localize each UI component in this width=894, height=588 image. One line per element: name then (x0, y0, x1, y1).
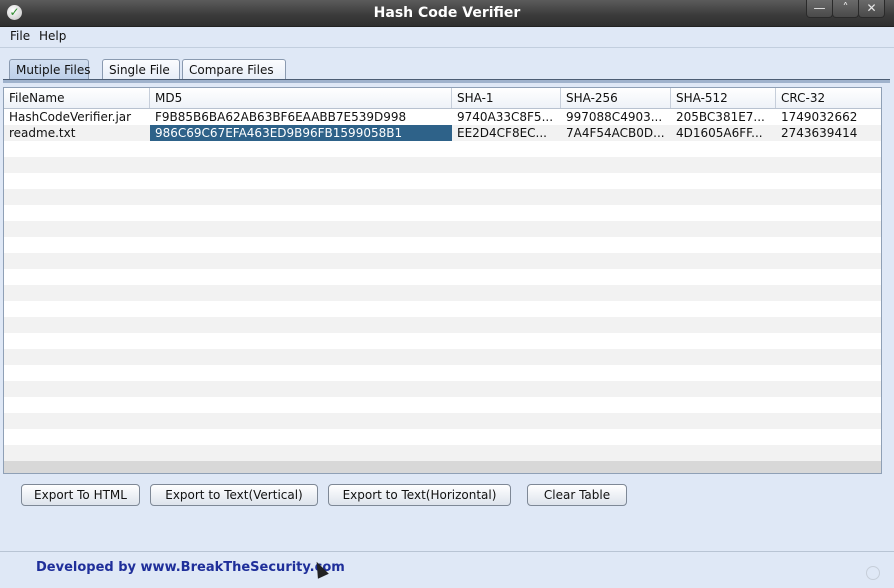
empty-table-row (4, 253, 881, 269)
column-header-sha512[interactable]: SHA-512 (671, 88, 776, 108)
cell-sha1[interactable]: EE2D4CF8EC... (452, 125, 561, 141)
cell-md5[interactable]: F9B85B6BA62AB63BF6EAABB7E539D998 (150, 109, 452, 125)
empty-table-row (4, 173, 881, 189)
empty-table-row (4, 189, 881, 205)
cell-filename[interactable]: HashCodeVerifier.jar (4, 109, 150, 125)
minimize-icon: — (813, 1, 826, 15)
title-bar: ✓ Hash Code Verifier — ˄ ✕ (0, 0, 894, 27)
empty-table-row (4, 413, 881, 429)
empty-table-row (4, 381, 881, 397)
empty-table-row (4, 301, 881, 317)
column-header-md5[interactable]: MD5 (150, 88, 452, 108)
column-header-filename[interactable]: FileName (4, 88, 150, 108)
empty-table-row (4, 365, 881, 381)
column-header-sha1[interactable]: SHA-1 (452, 88, 561, 108)
empty-table-row (4, 429, 881, 445)
cell-crc32[interactable]: 2743639414 (776, 125, 881, 141)
tab-multiple-files[interactable]: Mutiple Files (9, 59, 90, 79)
cell-sha512[interactable]: 4D1605A6FF... (671, 125, 776, 141)
empty-table-row (4, 445, 881, 461)
maximize-button[interactable]: ˄ (832, 0, 859, 18)
empty-table-row (4, 317, 881, 333)
empty-table-row (4, 269, 881, 285)
menu-bar: File Help (0, 27, 894, 48)
resize-grip-icon[interactable] (866, 566, 880, 580)
tab-compare-files[interactable]: Compare Files (182, 59, 286, 79)
empty-table-row (4, 205, 881, 221)
column-header-sha256[interactable]: SHA-256 (561, 88, 671, 108)
export-html-button[interactable]: Export To HTML (21, 484, 140, 506)
developer-credit: Developed by www.BreakTheSecurity.com (36, 560, 345, 575)
column-header-crc32[interactable]: CRC-32 (776, 88, 881, 108)
empty-table-row (4, 333, 881, 349)
window-title: Hash Code Verifier (373, 5, 521, 21)
close-button[interactable]: ✕ (858, 0, 885, 18)
table-row[interactable]: HashCodeVerifier.jar F9B85B6BA62AB63BF6E… (4, 109, 881, 125)
cell-md5-selected[interactable]: 986C69C67EFA463ED9B96FB1599058B1 (150, 125, 452, 141)
cell-sha512[interactable]: 205BC381E7... (671, 109, 776, 125)
clear-table-button[interactable]: Clear Table (527, 484, 627, 506)
empty-table-row (4, 157, 881, 173)
tab-divider (3, 79, 890, 83)
empty-table-row (4, 237, 881, 253)
empty-table-row (4, 397, 881, 413)
cell-sha1[interactable]: 9740A33C8F5... (452, 109, 561, 125)
maximize-icon: ˄ (842, 1, 849, 15)
menu-help[interactable]: Help (39, 29, 66, 43)
cell-sha256[interactable]: 7A4F54ACB0D... (561, 125, 671, 141)
export-text-horizontal-button[interactable]: Export to Text(Horizontal) (328, 484, 511, 506)
empty-table-row (4, 141, 881, 157)
menu-file[interactable]: File (10, 29, 30, 43)
tab-single-file[interactable]: Single File (102, 59, 180, 79)
table-row[interactable]: readme.txt 986C69C67EFA463ED9B96FB159905… (4, 125, 881, 141)
minimize-button[interactable]: — (806, 0, 833, 18)
close-icon: ✕ (866, 1, 877, 15)
cell-filename[interactable]: readme.txt (4, 125, 150, 141)
export-text-vertical-button[interactable]: Export to Text(Vertical) (150, 484, 318, 506)
empty-table-row (4, 349, 881, 365)
empty-table-row (4, 285, 881, 301)
hash-table[interactable]: FileName MD5 SHA-1 SHA-256 SHA-512 CRC-3… (3, 87, 882, 474)
cell-crc32[interactable]: 1749032662 (776, 109, 881, 125)
table-header: FileName MD5 SHA-1 SHA-256 SHA-512 CRC-3… (4, 88, 881, 109)
empty-table-row (4, 221, 881, 237)
cell-sha256[interactable]: 997088C4903... (561, 109, 671, 125)
footer-divider (0, 551, 894, 552)
